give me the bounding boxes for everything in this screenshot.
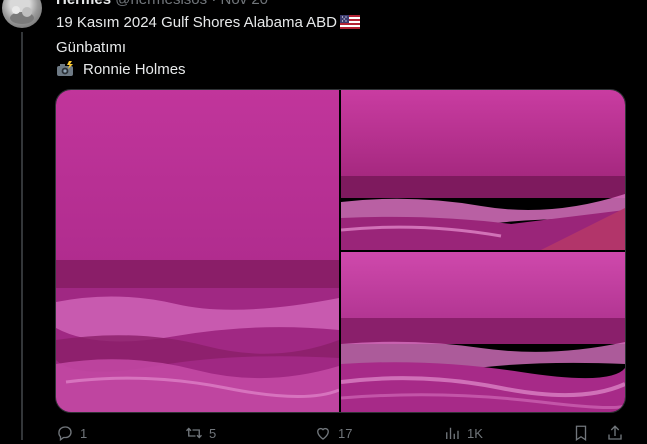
tweet[interactable]: Hermes @hermesisos · Nov 20 19 Kasım 202… — [0, 0, 647, 442]
action-bar: 1 5 17 1K — [0, 424, 647, 444]
photo-credit: Ronnie Holmes — [83, 61, 186, 78]
tweet-line-date: 19 Kasım 2024 Gulf Shores Alabama ABD — [56, 12, 360, 37]
bookmark-button[interactable] — [572, 424, 596, 442]
camera-flash-icon — [56, 61, 74, 85]
tweet-text: 19 Kasım 2024 Gulf Shores Alabama ABD Gü… — [56, 12, 360, 85]
tweet-date-text: 19 Kasım 2024 Gulf Shores Alabama ABD — [56, 14, 337, 31]
repost-button[interactable]: 5 — [185, 424, 216, 442]
tweet-header: Hermes @hermesisos · Nov 20 — [56, 0, 268, 10]
share-button[interactable] — [606, 424, 630, 442]
photo-1[interactable] — [56, 90, 339, 412]
views-count: 1K — [467, 425, 483, 441]
like-count: 17 — [338, 425, 353, 441]
timestamp[interactable]: Nov 20 — [220, 0, 268, 8]
photo-2[interactable] — [341, 90, 625, 250]
avatar[interactable] — [2, 0, 42, 28]
media-grid — [55, 89, 626, 413]
bookmark-icon — [575, 425, 587, 442]
author-handle[interactable]: @hermesisos — [115, 0, 207, 8]
thread-line — [21, 32, 23, 440]
reply-button[interactable]: 1 — [56, 424, 87, 442]
us-flag-icon — [340, 14, 360, 37]
photo-3[interactable] — [341, 252, 625, 412]
reply-count: 1 — [80, 425, 88, 441]
separator: · — [211, 0, 216, 8]
author-name[interactable]: Hermes — [56, 0, 111, 8]
reply-icon — [58, 426, 72, 442]
tweet-line-title: Günbatımı — [56, 38, 127, 56]
share-icon — [608, 425, 622, 440]
heart-icon — [317, 427, 329, 440]
like-button[interactable]: 17 — [314, 424, 352, 442]
repost-icon — [186, 427, 202, 439]
repost-count: 5 — [209, 425, 217, 441]
views-button[interactable]: 1K — [443, 424, 483, 442]
views-icon — [446, 427, 459, 439]
tweet-line-credit: Ronnie Holmes — [56, 59, 360, 85]
